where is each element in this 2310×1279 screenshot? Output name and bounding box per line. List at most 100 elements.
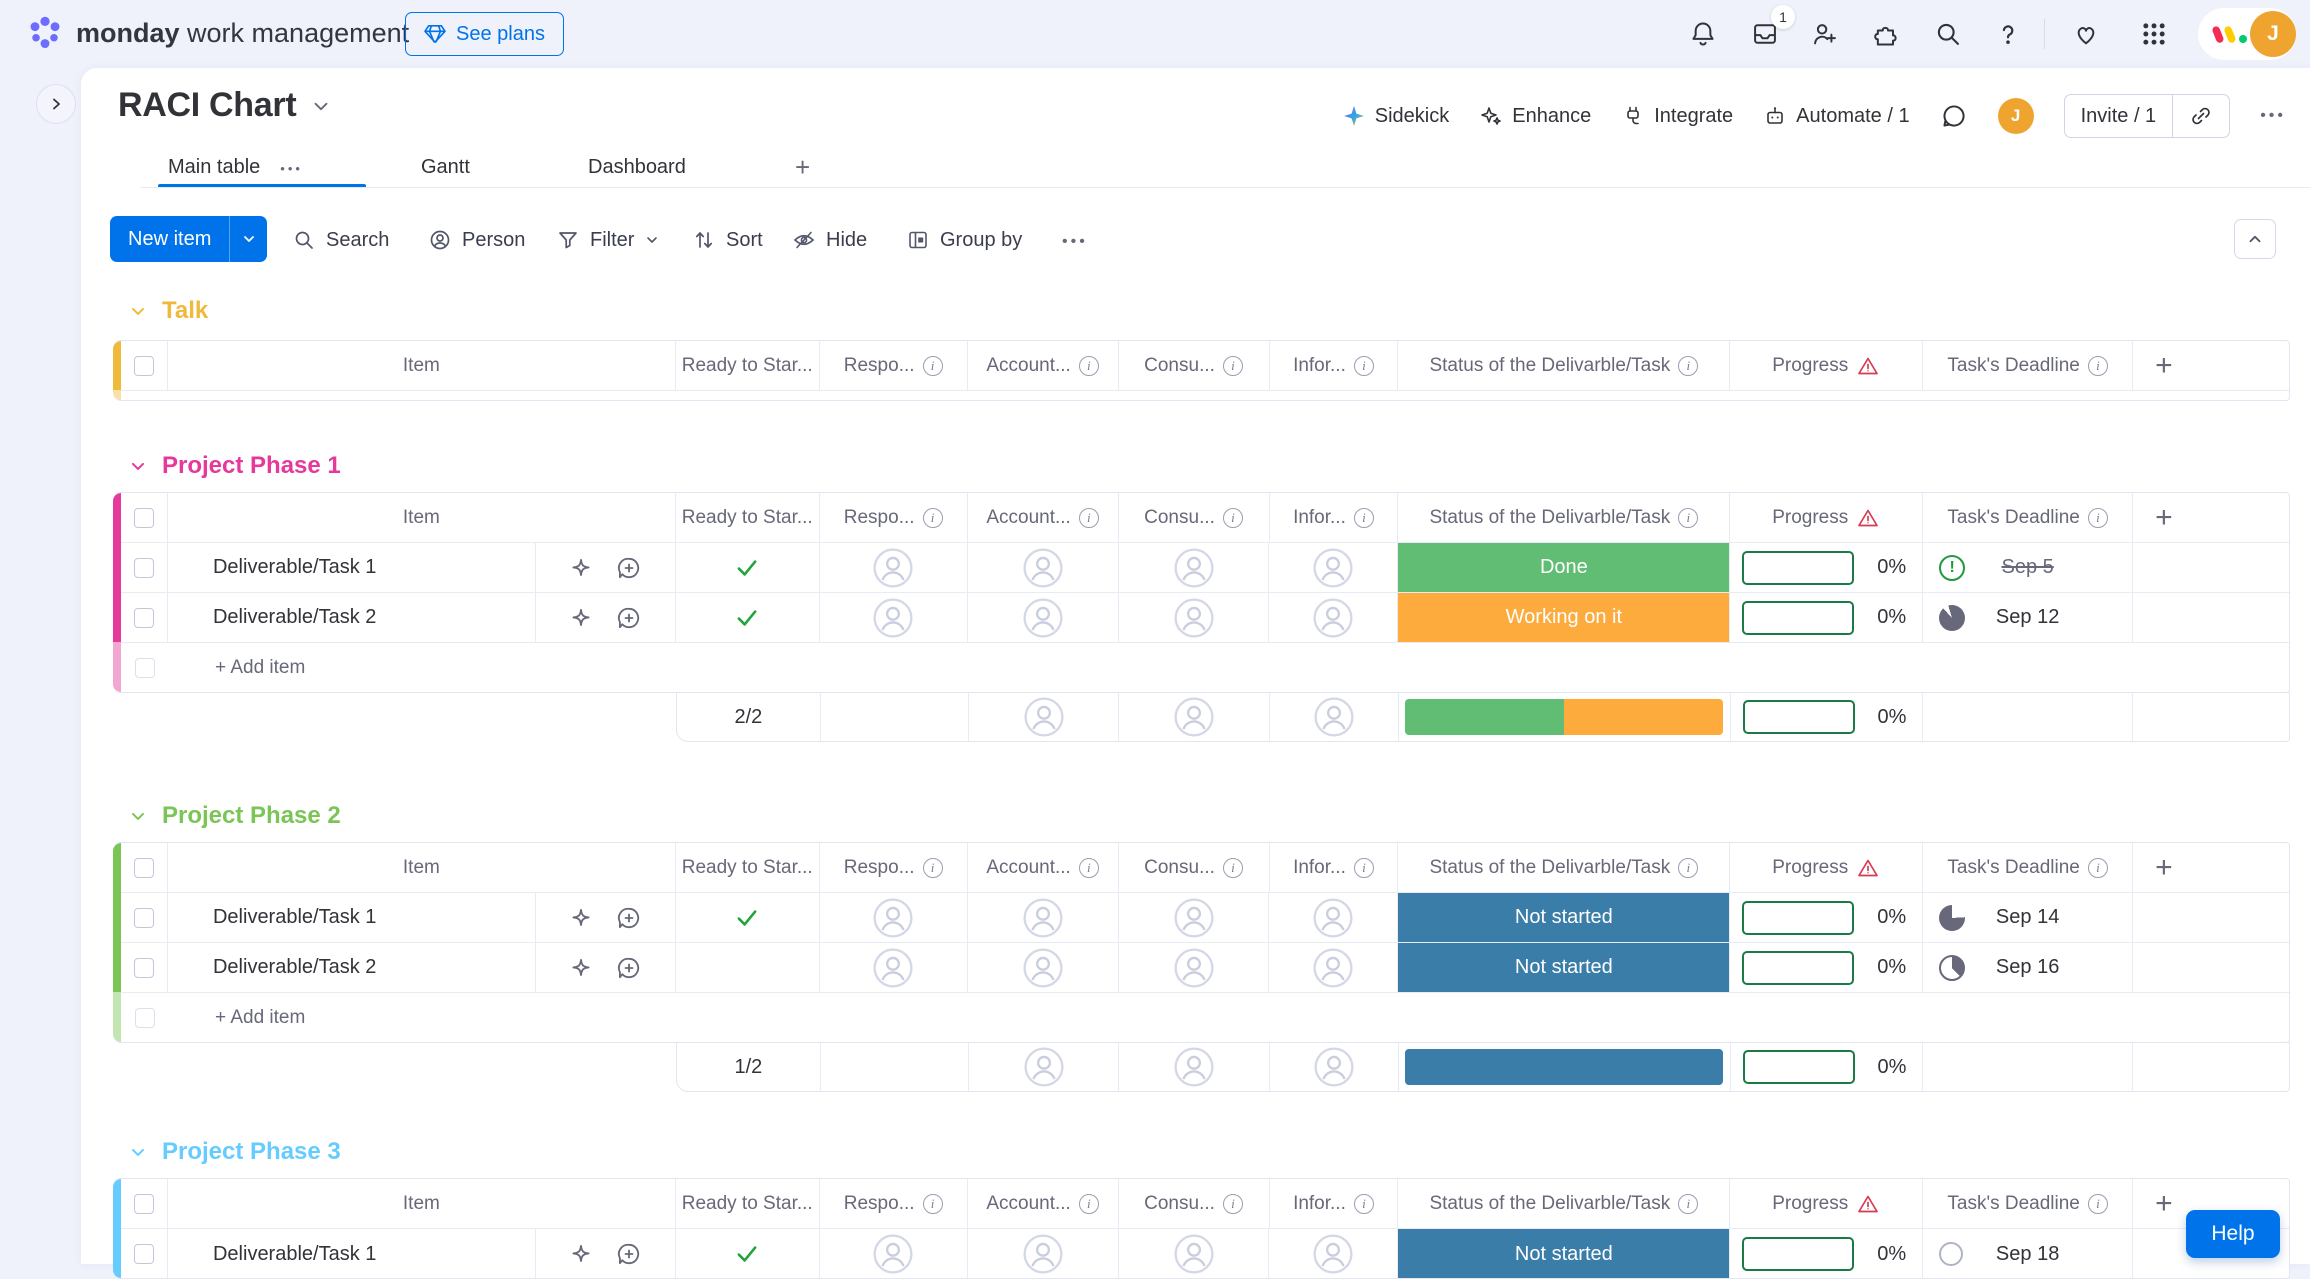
status-cell[interactable]: Done <box>1398 543 1730 592</box>
info-icon[interactable] <box>1079 1194 1099 1214</box>
item-name-cell[interactable]: Deliverable/Task 1 <box>168 543 536 592</box>
info-icon[interactable] <box>1354 1194 1374 1214</box>
column-informed[interactable]: Infor... <box>1270 1179 1399 1228</box>
consulted-cell[interactable] <box>1119 1229 1270 1279</box>
tab-dashboard[interactable]: Dashboard <box>588 150 686 184</box>
monday-logo-icon[interactable] <box>26 14 64 52</box>
deadline-cell[interactable]: Sep 5 <box>1923 543 2133 592</box>
column-accountable[interactable]: Account... <box>968 1179 1119 1228</box>
add-conversation-icon[interactable] <box>616 1241 642 1267</box>
select-all-checkbox[interactable] <box>134 508 154 528</box>
column-consulted[interactable]: Consu... <box>1119 493 1270 542</box>
person-filter-button[interactable]: Person <box>428 222 525 258</box>
column-consulted[interactable]: Consu... <box>1119 843 1270 892</box>
integrate-button[interactable]: Integrate <box>1621 104 1733 128</box>
progress-cell[interactable]: 0% <box>1730 943 1923 992</box>
info-icon[interactable] <box>1678 1194 1698 1214</box>
informed-cell[interactable] <box>1269 943 1398 992</box>
ai-sparkle-icon[interactable] <box>568 955 594 981</box>
user-avatar[interactable]: J <box>2250 11 2296 57</box>
group-collapse-icon[interactable] <box>128 806 148 826</box>
column-consulted[interactable]: Consu... <box>1119 1179 1270 1228</box>
add-conversation-icon[interactable] <box>616 955 642 981</box>
info-icon[interactable] <box>2088 508 2108 528</box>
column-accountable[interactable]: Account... <box>968 843 1119 892</box>
quests-heart-icon[interactable] <box>2066 14 2106 54</box>
column-ready[interactable]: Ready to Star... <box>676 341 820 390</box>
ready-check-cell[interactable] <box>676 1229 820 1279</box>
column-deadline[interactable]: Task's Deadline <box>1923 493 2133 542</box>
monday-mark-icon[interactable] <box>2210 20 2252 48</box>
column-informed[interactable]: Infor... <box>1270 493 1399 542</box>
ai-sparkle-icon[interactable] <box>568 605 594 631</box>
ai-sparkle-icon[interactable] <box>568 1241 594 1267</box>
search-icon[interactable] <box>1928 14 1968 54</box>
add-column-button[interactable]: + <box>2133 493 2289 542</box>
info-icon[interactable] <box>1079 508 1099 528</box>
toolbar-more-options-icon[interactable] <box>1062 222 1088 258</box>
invite-members-icon[interactable] <box>1805 14 1845 54</box>
column-deadline[interactable]: Task's Deadline <box>1923 1179 2133 1228</box>
deadline-cell[interactable]: Sep 14 <box>1923 893 2133 942</box>
group-collapse-icon[interactable] <box>128 1142 148 1162</box>
board-menu-chevron-icon[interactable] <box>310 95 332 117</box>
informed-cell[interactable] <box>1269 1229 1398 1279</box>
responsible-cell[interactable] <box>820 543 968 592</box>
status-cell[interactable]: Working on it <box>1398 593 1730 642</box>
info-icon[interactable] <box>1223 356 1243 376</box>
informed-cell[interactable] <box>1269 893 1398 942</box>
row-checkbox[interactable] <box>134 558 154 578</box>
status-cell[interactable]: Not started <box>1398 1229 1730 1279</box>
tab-gantt[interactable]: Gantt <box>421 150 470 184</box>
new-item-button[interactable]: New item <box>110 216 267 262</box>
accountable-cell[interactable] <box>968 593 1119 642</box>
row-checkbox[interactable] <box>134 1244 154 1264</box>
add-item-button[interactable]: + Add item <box>168 993 305 1043</box>
info-icon[interactable] <box>1223 508 1243 528</box>
add-column-button[interactable]: + <box>2133 843 2289 892</box>
open-sidebar-button[interactable] <box>36 84 76 124</box>
column-status[interactable]: Status of the Delivarble/Task <box>1398 1179 1730 1228</box>
filter-button[interactable]: Filter <box>556 222 660 258</box>
info-icon[interactable] <box>1678 508 1698 528</box>
info-icon[interactable] <box>923 356 943 376</box>
item-name-cell[interactable]: Deliverable/Task 2 <box>168 943 536 992</box>
add-conversation-icon[interactable] <box>616 905 642 931</box>
item-name-cell[interactable]: Deliverable/Task 2 <box>168 593 536 642</box>
info-icon[interactable] <box>1079 356 1099 376</box>
item-name-cell[interactable]: Deliverable/Task 1 <box>168 1229 536 1279</box>
ai-sparkle-icon[interactable] <box>568 905 594 931</box>
column-item[interactable]: Item <box>168 341 676 390</box>
board-options-menu-icon[interactable] <box>2260 107 2286 125</box>
column-informed[interactable]: Infor... <box>1270 843 1399 892</box>
ready-check-cell[interactable] <box>676 943 820 992</box>
column-informed[interactable]: Infor... <box>1270 341 1399 390</box>
progress-cell[interactable]: 0% <box>1730 543 1923 592</box>
info-icon[interactable] <box>1354 356 1374 376</box>
group-collapse-icon[interactable] <box>128 456 148 476</box>
add-conversation-icon[interactable] <box>616 555 642 581</box>
info-icon[interactable] <box>1079 858 1099 878</box>
accountable-cell[interactable] <box>968 1229 1119 1279</box>
status-distribution-cell[interactable] <box>1399 693 1731 741</box>
info-icon[interactable] <box>1223 1194 1243 1214</box>
group-by-button[interactable]: Group by <box>906 222 1022 258</box>
select-all-checkbox[interactable] <box>134 858 154 878</box>
ai-sparkle-icon[interactable] <box>568 555 594 581</box>
group-collapse-icon[interactable] <box>128 301 148 321</box>
accountable-cell[interactable] <box>968 543 1119 592</box>
automate-button[interactable]: Automate / 1 <box>1763 104 1909 128</box>
board-owner-avatar[interactable]: J <box>1998 98 2034 134</box>
ready-check-cell[interactable] <box>676 893 820 942</box>
help-button[interactable]: Help <box>2186 1210 2280 1258</box>
column-item[interactable]: Item <box>168 843 676 892</box>
sort-button[interactable]: Sort <box>692 222 763 258</box>
consulted-cell[interactable] <box>1119 943 1270 992</box>
status-cell[interactable]: Not started <box>1398 893 1730 942</box>
tab-main-table[interactable]: Main table <box>168 150 303 184</box>
column-progress[interactable]: Progress <box>1730 843 1923 892</box>
copy-link-icon[interactable] <box>2172 95 2229 137</box>
responsible-cell[interactable] <box>820 593 968 642</box>
column-consulted[interactable]: Consu... <box>1119 341 1270 390</box>
row-checkbox[interactable] <box>134 608 154 628</box>
